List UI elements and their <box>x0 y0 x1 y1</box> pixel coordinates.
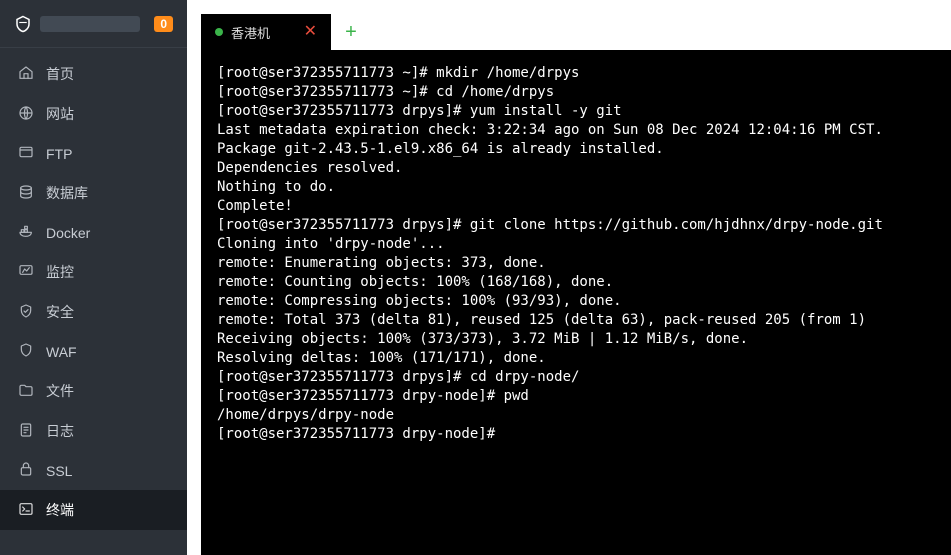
terminal-container: 香港机 ✕ + [root@ser372355711773 ~]# mkdir … <box>187 14 951 555</box>
terminal-line: Nothing to do. <box>217 178 935 197</box>
waf-icon <box>18 342 34 361</box>
logs-icon <box>18 422 34 441</box>
terminal-line: Receiving objects: 100% (373/373), 3.72 … <box>217 330 935 349</box>
sidebar-item-label: 安全 <box>46 302 74 322</box>
sidebar-item-db[interactable]: 数据库 <box>0 173 187 213</box>
terminal-line: remote: Enumerating objects: 373, done. <box>217 254 935 273</box>
terminal-line: [root@ser372355711773 drpys]# yum instal… <box>217 102 935 121</box>
terminal-line: Complete! <box>217 197 935 216</box>
sidebar-item-label: SSL <box>46 463 72 479</box>
logo-shield-icon <box>14 14 32 34</box>
sidebar-item-label: 网站 <box>46 104 74 124</box>
terminal-line: [root@ser372355711773 ~]# cd /home/drpys <box>217 83 935 102</box>
sidebar-item-ssl[interactable]: SSL <box>0 451 187 490</box>
notification-badge[interactable]: 0 <box>154 16 173 32</box>
sidebar-item-label: 终端 <box>46 500 74 520</box>
status-dot-icon <box>215 28 223 36</box>
terminal-line: Last metadata expiration check: 3:22:34 … <box>217 121 935 140</box>
tab-label: 香港机 <box>231 23 270 42</box>
sidebar-item-label: WAF <box>46 344 77 360</box>
sidebar-item-label: 文件 <box>46 381 74 401</box>
docker-icon <box>18 223 34 242</box>
terminal-line: Dependencies resolved. <box>217 159 935 178</box>
sidebar-item-terminal[interactable]: 终端 <box>0 490 187 530</box>
sidebar: 0 首页网站 FTP 数据库 Docker 监控安全 WAF 文件日志 SSL 终端 <box>0 0 187 555</box>
terminal-line: remote: Total 373 (delta 81), reused 125… <box>217 311 935 330</box>
sidebar-item-label: 首页 <box>46 64 74 84</box>
sidebar-item-label: Docker <box>46 225 90 241</box>
sidebar-item-home[interactable]: 首页 <box>0 54 187 94</box>
terminal-line: [root@ser372355711773 drpys]# cd drpy-no… <box>217 368 935 387</box>
sidebar-item-waf[interactable]: WAF <box>0 332 187 371</box>
terminal-line: /home/drpys/drpy-node <box>217 406 935 425</box>
sidebar-item-security[interactable]: 安全 <box>0 292 187 332</box>
ssl-icon <box>18 461 34 480</box>
sidebar-item-label: 监控 <box>46 262 74 282</box>
sidebar-item-label: FTP <box>46 146 72 162</box>
close-icon[interactable]: ✕ <box>304 24 317 40</box>
globe-icon <box>18 105 34 124</box>
home-icon <box>18 65 34 84</box>
sidebar-item-site[interactable]: 网站 <box>0 94 187 134</box>
sidebar-item-monitor[interactable]: 监控 <box>0 252 187 292</box>
terminal-tabs: 香港机 ✕ + <box>187 14 951 50</box>
sidebar-item-files[interactable]: 文件 <box>0 371 187 411</box>
sidebar-item-label: 日志 <box>46 421 74 441</box>
main-area: 香港机 ✕ + [root@ser372355711773 ~]# mkdir … <box>187 0 951 555</box>
logo-text-placeholder <box>40 16 140 32</box>
terminal-line: [root@ser372355711773 drpy-node]# pwd <box>217 387 935 406</box>
terminal-line: [root@ser372355711773 ~]# mkdir /home/dr… <box>217 64 935 83</box>
sidebar-nav: 首页网站 FTP 数据库 Docker 监控安全 WAF 文件日志 SSL 终端 <box>0 48 187 555</box>
sidebar-header: 0 <box>0 0 187 48</box>
sidebar-item-docker[interactable]: Docker <box>0 213 187 252</box>
folder-icon <box>18 382 34 401</box>
shield-icon <box>18 303 34 322</box>
ftp-icon <box>18 144 34 163</box>
terminal-line: Resolving deltas: 100% (171/171), done. <box>217 349 935 368</box>
sidebar-item-logs[interactable]: 日志 <box>0 411 187 451</box>
terminal-line: Package git-2.43.5-1.el9.x86_64 is alrea… <box>217 140 935 159</box>
terminal-line: [root@ser372355711773 drpys]# git clone … <box>217 216 935 235</box>
terminal-line: remote: Counting objects: 100% (168/168)… <box>217 273 935 292</box>
terminal-tab[interactable]: 香港机 ✕ <box>201 14 331 50</box>
terminal-line: remote: Compressing objects: 100% (93/93… <box>217 292 935 311</box>
db-icon <box>18 184 34 203</box>
add-tab-button[interactable]: + <box>331 14 371 50</box>
terminal-icon <box>18 501 34 520</box>
sidebar-item-ftp[interactable]: FTP <box>0 134 187 173</box>
sidebar-item-label: 数据库 <box>46 183 88 203</box>
terminal-output[interactable]: [root@ser372355711773 ~]# mkdir /home/dr… <box>201 50 951 555</box>
terminal-line: [root@ser372355711773 drpy-node]# <box>217 425 935 444</box>
terminal-line: Cloning into 'drpy-node'... <box>217 235 935 254</box>
monitor-icon <box>18 263 34 282</box>
